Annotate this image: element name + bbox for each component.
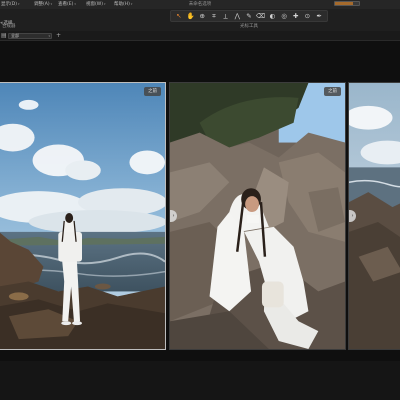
clone-icon[interactable]: ⊙	[302, 11, 312, 21]
collection-select-value: 全部	[11, 33, 19, 38]
menu-help[interactable]: 帮助(H)▾	[114, 0, 132, 9]
composer-label: 合成器	[2, 24, 16, 29]
menu-display-label: 显示(D)	[1, 2, 17, 7]
heal-icon[interactable]: ✚	[291, 11, 301, 21]
menu-bar: 显示(D)▾ 调整(A)▾ 查看(E)▾ 视窗(W)▾ 帮助(H)▾ 未命名选项	[0, 0, 400, 9]
menu-window[interactable]: 视窗(W)▾	[86, 0, 105, 9]
tools-bar: ◂ 选择 ↖ ✋ ⊕ ⌗ ⟂ ⋀ ✎ ⌫ ◐ ◎ ✚ ⊙ ✒ 光标工具	[0, 9, 400, 31]
brush-icon[interactable]: ✎	[244, 11, 254, 21]
menu-view[interactable]: 查看(E)▾	[58, 0, 76, 9]
gradient-icon[interactable]: ◐	[267, 11, 277, 21]
menu-adjust[interactable]: 调整(A)▾	[34, 0, 52, 9]
progress-fill	[335, 2, 353, 5]
bottom-panel	[0, 361, 400, 400]
wb-picker-icon[interactable]: ✒	[314, 11, 324, 21]
filter-bar: ▤ 全部 ▾ +	[0, 31, 400, 41]
photo-3-image	[349, 83, 400, 349]
browser-icon[interactable]: ▤	[1, 32, 7, 40]
chevron-down-icon: ▾	[48, 34, 50, 38]
document-title: 未命名选项	[188, 2, 212, 7]
image-viewer: 之前 之前 › ›	[0, 41, 400, 399]
collection-select[interactable]: 全部 ▾	[8, 33, 52, 39]
photo-frame-1[interactable]: 之前	[0, 82, 166, 350]
progress-indicator	[334, 1, 360, 6]
photo-frame-3[interactable]: ›	[348, 82, 400, 350]
eraser-icon[interactable]: ⌫	[256, 11, 266, 21]
cursor-tools: ↖ ✋ ⊕ ⌗ ⟂ ⋀ ✎ ⌫ ◐ ◎ ✚ ⊙ ✒	[170, 10, 328, 22]
menu-help-label: 帮助(H)	[114, 2, 130, 7]
before-after-badge[interactable]: 之前	[324, 87, 341, 96]
cursor-icon[interactable]: ↖	[174, 11, 184, 21]
hand-icon[interactable]: ✋	[186, 11, 196, 21]
zoom-icon[interactable]: ⊕	[197, 11, 207, 21]
menu-window-label: 视窗(W)	[86, 2, 103, 7]
keystone-icon[interactable]: ⋀	[232, 11, 242, 21]
crop-icon[interactable]: ⌗	[209, 11, 219, 21]
photo-1-image	[0, 83, 165, 349]
straighten-icon[interactable]: ⟂	[221, 11, 231, 21]
plus-icon[interactable]: +	[56, 32, 61, 40]
photo-frame-2[interactable]: 之前 ›	[169, 82, 346, 350]
menu-view-label: 查看(E)	[58, 2, 74, 7]
cursor-tools-label: 光标工具	[240, 24, 258, 29]
before-after-badge[interactable]: 之前	[144, 87, 161, 96]
photo-2-image	[170, 83, 345, 349]
radial-icon[interactable]: ◎	[279, 11, 289, 21]
menu-adjust-label: 调整(A)	[34, 2, 50, 7]
menu-display[interactable]: 显示(D)▾	[1, 0, 20, 9]
